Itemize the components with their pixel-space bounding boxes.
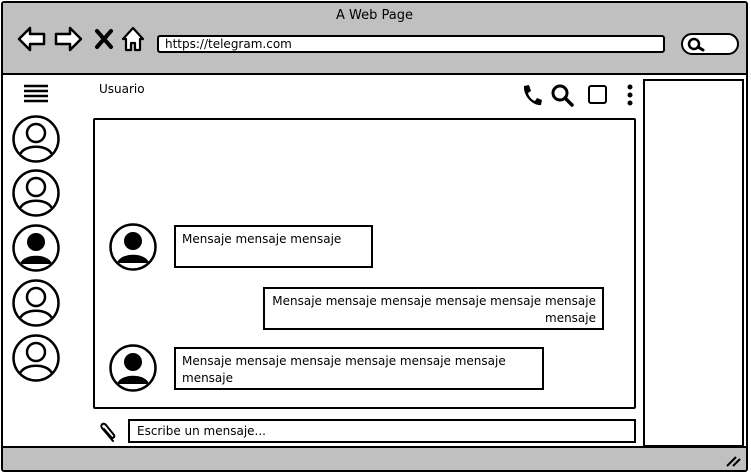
browser-search-button[interactable] bbox=[681, 33, 739, 55]
search-icon bbox=[687, 37, 705, 52]
back-arrow-icon[interactable] bbox=[17, 25, 47, 53]
contact-avatar-3[interactable] bbox=[12, 224, 60, 272]
search-icon[interactable] bbox=[550, 83, 576, 107]
right-side-panel bbox=[643, 79, 744, 447]
window-title: A Web Page bbox=[336, 8, 413, 23]
stop-close-icon[interactable] bbox=[93, 25, 115, 53]
home-icon[interactable] bbox=[120, 25, 146, 53]
contact-avatar-5[interactable] bbox=[12, 334, 60, 382]
message-sender-avatar bbox=[109, 223, 157, 271]
phone-icon[interactable] bbox=[521, 83, 543, 107]
more-options-icon[interactable] bbox=[624, 83, 636, 107]
browser-window: A Web Page https://telegram.com Usuario … bbox=[1, 1, 748, 472]
forward-arrow-icon[interactable] bbox=[53, 25, 83, 53]
resize-grip-icon[interactable] bbox=[724, 452, 742, 468]
attach-paperclip-icon[interactable] bbox=[95, 421, 117, 445]
message-bubble-2: Mensaje mensaje mensaje mensaje mensaje … bbox=[263, 287, 604, 330]
message-bubble-1: Mensaje mensaje mensaje bbox=[174, 225, 373, 268]
browser-toolbar: A Web Page https://telegram.com bbox=[3, 3, 746, 75]
contact-avatar-2[interactable] bbox=[12, 169, 60, 217]
message-sender-avatar bbox=[109, 344, 157, 392]
address-bar[interactable]: https://telegram.com bbox=[157, 35, 665, 53]
chat-user-name: Usuario bbox=[99, 82, 145, 96]
status-bar bbox=[3, 446, 746, 470]
window-icon[interactable] bbox=[587, 83, 609, 107]
contact-avatar-1[interactable] bbox=[12, 115, 60, 163]
menu-icon[interactable] bbox=[23, 84, 49, 104]
message-input[interactable]: Escribe un mensaje... bbox=[128, 419, 636, 443]
contact-avatar-4[interactable] bbox=[12, 279, 60, 327]
message-bubble-3: Mensaje mensaje mensaje mensaje mensaje … bbox=[174, 347, 544, 390]
